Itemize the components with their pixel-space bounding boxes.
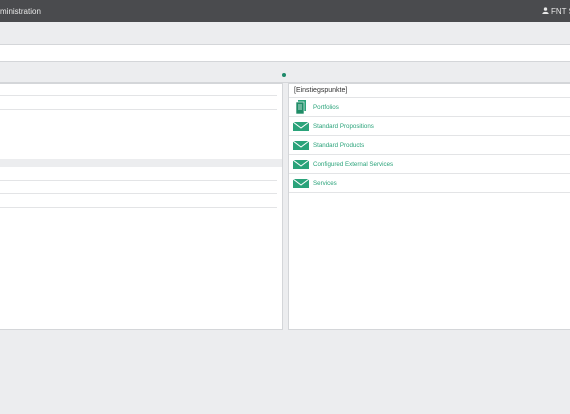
divider	[0, 193, 277, 194]
entry-label: Configured External Services	[313, 160, 394, 168]
entry-configured-external-services[interactable]: Configured External Services	[289, 154, 570, 173]
entry-label: Standard Propositions	[313, 122, 374, 130]
entry-services[interactable]: Services	[289, 173, 570, 193]
left-panel	[0, 83, 283, 330]
section-header-strip	[0, 61, 570, 83]
entry-points-panel: [Einstiegspunkte] Portfolios Standard Pr…	[288, 83, 570, 330]
left-panel-section-band	[0, 159, 282, 167]
divider	[0, 207, 277, 208]
divider	[0, 109, 277, 110]
entry-standard-propositions[interactable]: Standard Propositions	[289, 116, 570, 135]
toolbar-strip	[0, 22, 570, 45]
user-name: FNT S	[551, 7, 570, 16]
divider	[0, 95, 277, 96]
divider	[0, 180, 277, 181]
panel-header: [Einstiegspunkte]	[294, 87, 348, 94]
user-icon	[542, 7, 551, 16]
portfolio-icon	[293, 100, 309, 114]
envelope-icon	[293, 177, 309, 189]
envelope-icon	[293, 120, 309, 132]
filter-strip	[0, 45, 570, 61]
entry-label: Standard Products	[313, 141, 365, 149]
entry-label: Services	[313, 179, 337, 187]
entry-standard-products[interactable]: Standard Products	[289, 135, 570, 154]
envelope-icon	[293, 158, 309, 170]
entry-label: Portfolios	[313, 103, 339, 111]
app-title: ministration	[0, 7, 41, 16]
top-navigation-bar: ministration FNT S	[0, 0, 570, 22]
entry-portfolios[interactable]: Portfolios	[289, 97, 570, 116]
envelope-icon	[293, 139, 309, 151]
user-menu[interactable]: FNT S	[542, 7, 570, 16]
status-dot	[282, 73, 286, 77]
